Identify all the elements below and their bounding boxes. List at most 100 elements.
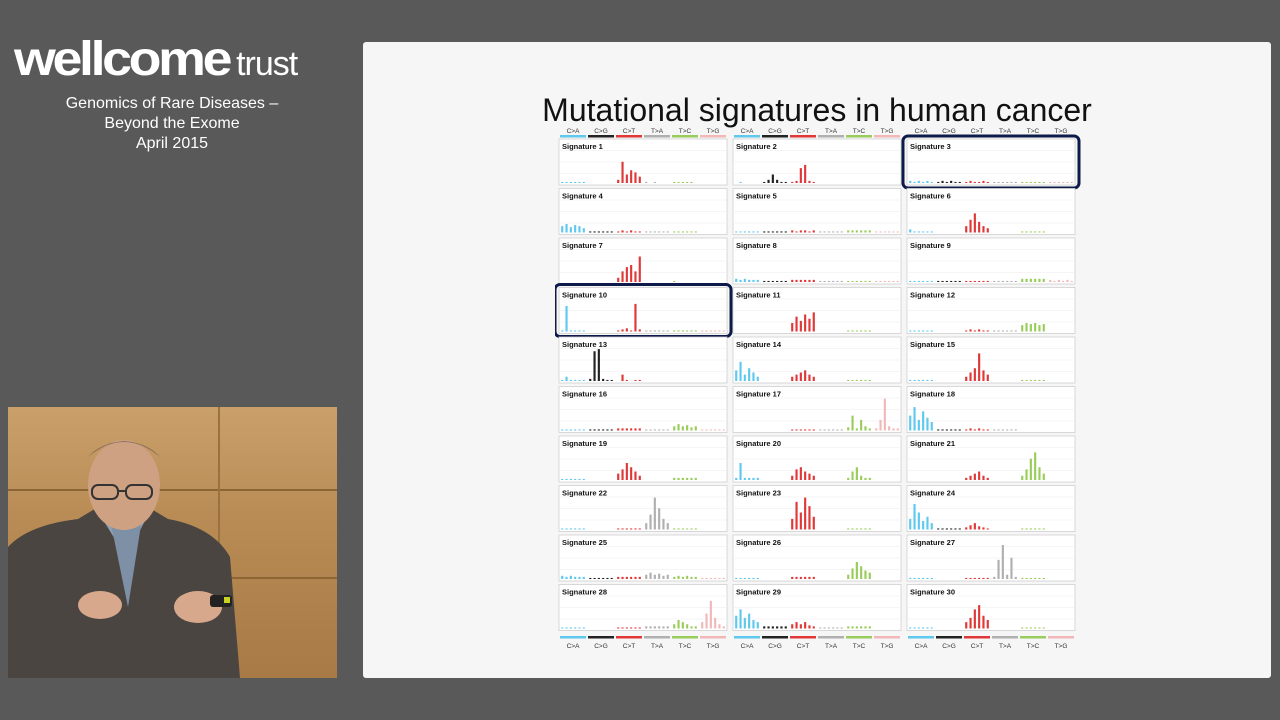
mutation-type-label: C>A — [915, 128, 928, 135]
mutation-bar — [1042, 473, 1045, 480]
mutation-type-label: T>A — [651, 643, 664, 650]
mutation-bar — [763, 626, 766, 629]
mutation-bar — [808, 576, 811, 579]
mutation-bar — [868, 428, 871, 431]
mutation-bar — [645, 626, 648, 629]
mutation-bar — [945, 429, 948, 431]
mutation-type-band — [790, 636, 816, 639]
mutation-bar — [840, 429, 843, 431]
mutation-bar — [621, 576, 624, 579]
mutation-bar — [868, 528, 871, 530]
mutation-bar — [840, 627, 843, 629]
mutation-bar — [832, 627, 835, 629]
mutation-bar — [1062, 280, 1065, 282]
brand-block: wellcome trust Genomics of Rare Diseases… — [14, 36, 334, 154]
mutation-bar — [638, 379, 641, 381]
mutation-bar — [709, 600, 712, 629]
mutation-bar — [621, 161, 624, 183]
mutation-bar — [638, 528, 641, 530]
mutation-bar — [1025, 323, 1028, 332]
mutation-bar — [701, 429, 704, 431]
mutation-bar — [913, 504, 916, 530]
mutation-bar — [969, 525, 972, 530]
mutation-bar — [1014, 181, 1017, 183]
mutation-bar — [780, 231, 783, 233]
signature-label: Signature 23 — [736, 489, 781, 498]
mutation-bar — [677, 528, 680, 530]
mutation-bar — [982, 429, 985, 431]
mutation-bar — [883, 280, 886, 282]
mutation-bar — [690, 330, 693, 332]
mutation-bar — [735, 278, 738, 282]
mutation-bar — [578, 528, 581, 530]
mutation-bar — [645, 429, 648, 431]
mutation-bar — [638, 428, 641, 431]
mutation-bar — [909, 180, 912, 183]
mutation-type-label: T>G — [1055, 643, 1068, 650]
mutation-bar — [917, 231, 920, 233]
mutation-bar — [982, 475, 985, 480]
mutation-bar — [1029, 278, 1032, 282]
mutation-bar — [823, 627, 826, 629]
mutation-bar — [593, 231, 596, 233]
mutation-bar — [1006, 330, 1009, 332]
mutation-bar — [799, 512, 802, 530]
mutation-bar — [982, 370, 985, 381]
mutation-bar — [922, 411, 925, 431]
mutation-bar — [630, 576, 633, 579]
mutation-bar — [743, 617, 746, 629]
mutation-bar — [930, 280, 933, 282]
mutation-bar — [864, 626, 867, 629]
mutation-bar — [1066, 181, 1069, 183]
mutation-bar — [771, 174, 774, 183]
mutation-type-band — [936, 636, 962, 639]
mutation-bar — [791, 230, 794, 233]
mutation-bar — [969, 372, 972, 381]
mutation-bar — [1001, 545, 1004, 579]
mutation-bar — [582, 330, 585, 332]
mutation-bar — [1038, 325, 1041, 332]
mutation-bar — [958, 280, 961, 282]
mutation-bar — [812, 626, 815, 629]
mutation-type-label: C>G — [594, 128, 608, 135]
mutation-bar — [756, 477, 759, 480]
mutation-bar — [909, 229, 912, 233]
mutation-bar — [926, 577, 929, 579]
mutation-bar — [926, 417, 929, 431]
mutation-bar — [795, 374, 798, 381]
mutation-bar — [896, 428, 899, 431]
mutation-bar — [812, 576, 815, 579]
mutation-bar — [686, 330, 689, 332]
mutation-bar — [752, 231, 755, 233]
mutation-bar — [836, 429, 839, 431]
mutation-bar — [941, 280, 944, 282]
mutation-bar — [681, 576, 684, 579]
mutation-bar — [722, 626, 725, 629]
mutation-bar — [930, 231, 933, 233]
mutation-type-band — [734, 135, 760, 138]
mutation-type-band — [874, 636, 900, 639]
mutation-bar — [917, 379, 920, 381]
mutation-type-band — [790, 135, 816, 138]
mutation-bar — [1010, 557, 1013, 579]
mutation-bar — [1042, 528, 1045, 530]
mutation-type-label: C>G — [942, 643, 956, 650]
mutation-bar — [847, 230, 850, 233]
mutation-bar — [1029, 577, 1032, 579]
mutation-bar — [658, 508, 661, 530]
mutation-bar — [808, 231, 811, 233]
signature-label: Signature 26 — [736, 538, 781, 547]
mutation-bar — [812, 230, 815, 233]
mutation-bar — [653, 574, 656, 579]
mutation-bar — [965, 330, 968, 332]
mutation-bar — [958, 181, 961, 183]
mutation-bar — [965, 181, 968, 183]
mutation-type-band — [560, 636, 586, 639]
mutation-bar — [735, 370, 738, 381]
mutation-bar — [638, 329, 641, 332]
mutation-bar — [868, 230, 871, 233]
mutation-bar — [578, 478, 581, 480]
mutation-bar — [1042, 577, 1045, 579]
mutation-bar — [888, 231, 891, 233]
mutation-type-band — [1020, 636, 1046, 639]
